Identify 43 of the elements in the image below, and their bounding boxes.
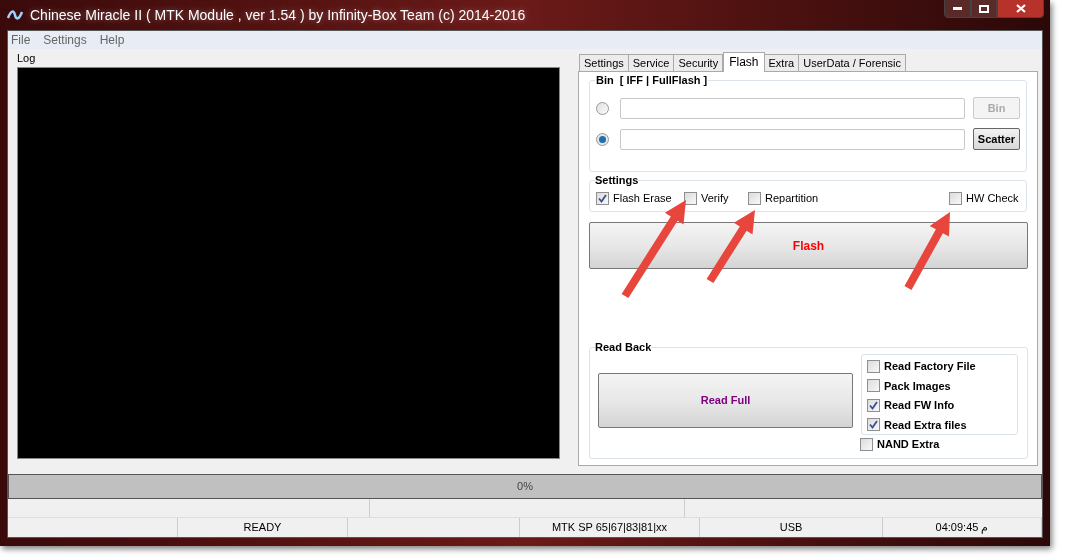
close-button[interactable] bbox=[997, 0, 1044, 18]
checkbox-label: HW Check bbox=[966, 191, 1019, 206]
path-field[interactable] bbox=[620, 97, 965, 119]
menu-item[interactable]: Help bbox=[99, 31, 125, 49]
checkbox[interactable] bbox=[596, 191, 609, 205]
checkbox-label: Flash Erase bbox=[613, 191, 672, 206]
read-full-button[interactable]: Read Full bbox=[598, 373, 853, 428]
app-logo-icon bbox=[6, 8, 24, 22]
status-text: READY bbox=[243, 520, 282, 536]
log-label: Log bbox=[17, 52, 37, 64]
radio-button[interactable] bbox=[596, 132, 609, 146]
path-field[interactable] bbox=[620, 128, 965, 150]
close-icon bbox=[1015, 4, 1026, 13]
checkbox[interactable] bbox=[860, 437, 873, 451]
checkbox[interactable] bbox=[748, 191, 761, 205]
checkbox-label: Repartition bbox=[765, 191, 819, 206]
status-text: MTK SP 65|67|83|81|xx bbox=[551, 520, 668, 536]
checkbox-label: Verify bbox=[701, 191, 729, 206]
tab[interactable]: Service bbox=[627, 54, 675, 71]
minimize-button[interactable] bbox=[944, 0, 971, 18]
checkbox-label: NAND Extra bbox=[877, 437, 940, 452]
checkbox[interactable] bbox=[867, 418, 880, 432]
checkbox[interactable] bbox=[867, 379, 880, 393]
maximize-button[interactable] bbox=[971, 0, 997, 18]
checkbox[interactable] bbox=[867, 398, 880, 412]
status-text: 04:09:45 م bbox=[935, 520, 989, 536]
menu-item[interactable]: Settings bbox=[43, 31, 87, 49]
tab[interactable]: Extra bbox=[763, 54, 800, 71]
checkbox[interactable] bbox=[867, 359, 880, 373]
tab[interactable]: Security bbox=[673, 54, 724, 71]
checkbox[interactable] bbox=[684, 191, 697, 205]
checkbox-label: Read Factory File bbox=[884, 359, 976, 374]
tab[interactable]: UserData / Forensic bbox=[798, 54, 907, 71]
checkbox[interactable] bbox=[949, 191, 962, 205]
checkbox-label: Pack Images bbox=[884, 378, 951, 394]
menu-item[interactable]: File bbox=[11, 31, 31, 49]
window-title: Chinese Miracle II ( MTK Module , ver 1.54 ) by Infinity-Box Team (c) 2014-2016 bbox=[30, 5, 526, 25]
checkbox-label: Read Extra files bbox=[884, 417, 967, 433]
tab[interactable]: Flash bbox=[723, 52, 765, 72]
tab[interactable]: Settings bbox=[579, 54, 629, 71]
checkbox-label: Read FW Info bbox=[884, 398, 955, 413]
file-button[interactable]: Scatter bbox=[973, 128, 1020, 150]
status-text: USB bbox=[779, 520, 803, 536]
